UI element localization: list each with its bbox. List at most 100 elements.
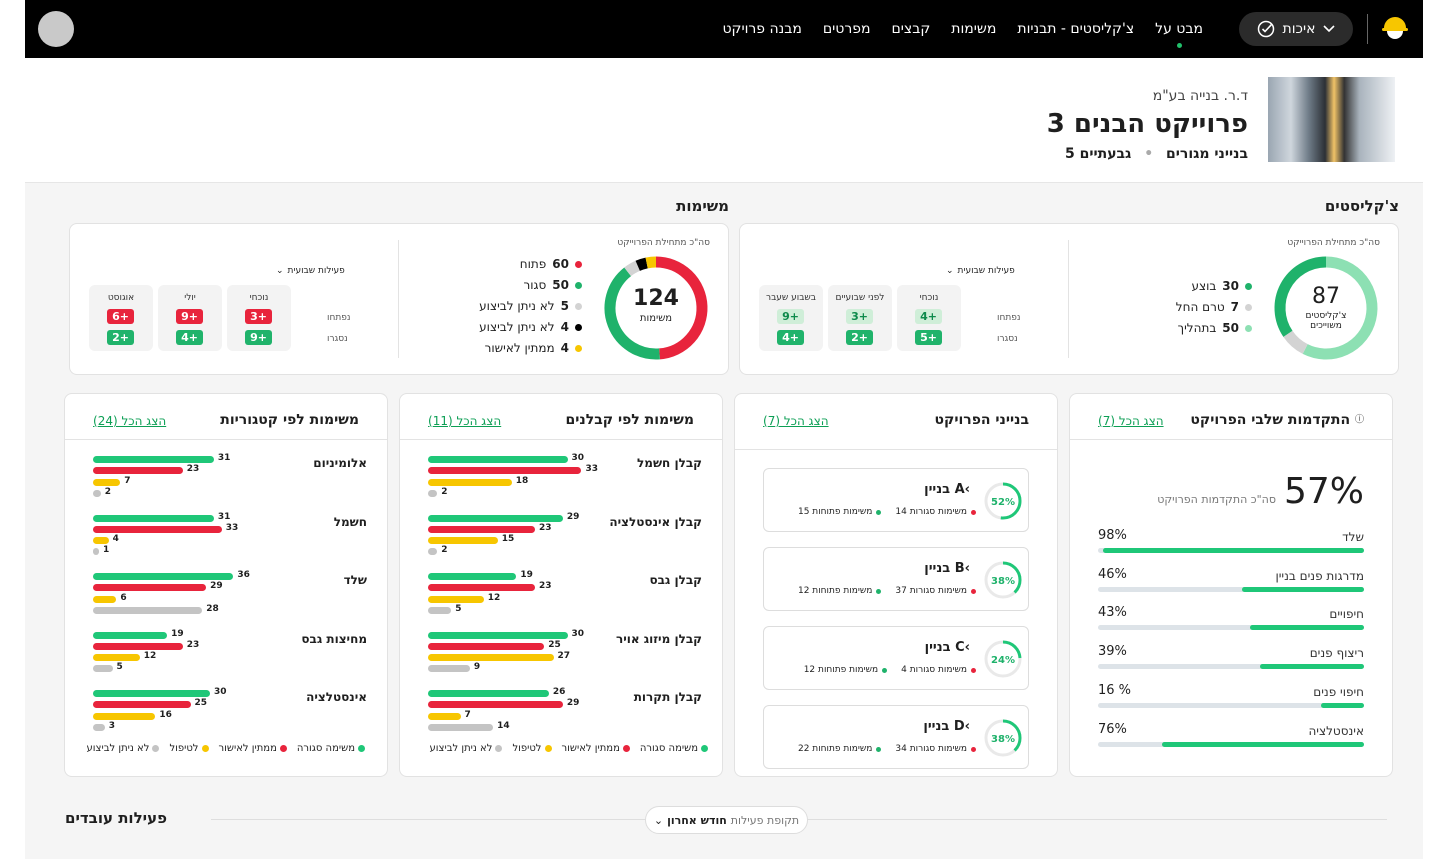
- bar: [428, 537, 498, 545]
- bar-value: 18: [515, 475, 529, 486]
- bar: [428, 548, 438, 556]
- legend-dot: [152, 745, 160, 752]
- card-divider: [65, 439, 387, 440]
- legend-row: 60 פתוח: [520, 257, 582, 271]
- legend-label: טרם החל: [1175, 300, 1225, 314]
- bar-value: 26: [552, 687, 566, 697]
- legend-item: משימה סגורה: [640, 743, 708, 754]
- legend-dot: [495, 745, 503, 752]
- bar-value: 5: [455, 603, 462, 614]
- bar-group-label: קבלן אינסטלציה: [609, 514, 702, 529]
- open-tasks-text: 22 משימות פתוחות: [797, 744, 873, 754]
- user-avatar[interactable]: [38, 11, 74, 47]
- bar-value: 3: [108, 720, 115, 731]
- buildings-show-all-link[interactable]: הצג הכל (7): [763, 414, 829, 428]
- closed-row-label: נסגרו: [327, 334, 348, 344]
- building-card[interactable]: בניין D‹ 34 משימות סגורות 22 משימות פתוחות…: [763, 705, 1029, 769]
- nav-item-tasks[interactable]: משימות: [951, 21, 996, 37]
- bar-value: 2: [104, 486, 112, 497]
- open-tasks: 12 משימות פתוחות: [797, 586, 882, 596]
- bar-value: 12: [487, 592, 501, 603]
- stage-row: חיפוי פנים 16 %: [1098, 683, 1364, 715]
- bar: [93, 489, 101, 497]
- legend-item: ממתין לאישור: [562, 743, 630, 754]
- open-tasks-text: 12 משימות פתוחות: [797, 586, 873, 596]
- legend-label: ממתין לאישור: [218, 743, 277, 754]
- company-name: ד.ר. בנייה בע"מ: [1152, 88, 1248, 104]
- project-progress-card: התקדמות שלבי הפרויקט ⓘ הצג הכל (7) 57% ס…: [1069, 393, 1393, 777]
- building-name: בניין C‹: [925, 640, 976, 655]
- bar-value: 33: [225, 522, 239, 533]
- bar: [93, 467, 183, 475]
- legend-label: פתוח: [519, 257, 547, 271]
- checklists-total: 87: [1312, 284, 1340, 309]
- contractors-legend: משימה סגורה ממתין לאישור לטיפול לא ניתן לבי…: [430, 743, 708, 754]
- module-selector[interactable]: איכות: [1239, 12, 1353, 46]
- contractors-show-all-link[interactable]: הצג הכל (11): [428, 414, 501, 428]
- stage-row: חיפויים 43%: [1098, 605, 1364, 637]
- info-icon[interactable]: ⓘ: [1355, 415, 1364, 425]
- bar: [428, 489, 438, 497]
- legend-item: לטיפול: [169, 743, 209, 754]
- nav-item-specs[interactable]: מפרטים: [823, 21, 871, 37]
- week-label: לפני שבועיים: [835, 293, 885, 303]
- check-circle-icon: [1257, 20, 1274, 38]
- building-stats: 37 משימות סגורות 12 משימות פתוחות: [798, 586, 976, 596]
- stage-percent: 46%: [1098, 566, 1127, 582]
- categories-show-all-link[interactable]: הצג הכל (24): [93, 414, 166, 428]
- bar-value: 28: [206, 603, 219, 614]
- bar: [428, 701, 563, 709]
- legend-value: 5: [560, 299, 569, 313]
- activity-period-select[interactable]: תקופת פעילות חודש אחרון ⌄: [645, 806, 808, 834]
- progress-show-all-link[interactable]: הצג הכל (7): [1098, 414, 1164, 428]
- legend-dot: [1245, 303, 1252, 311]
- week-label: נוכחי: [249, 293, 269, 303]
- stage-fill: [1321, 702, 1364, 708]
- nav-item-overview[interactable]: מבט על: [1155, 21, 1203, 48]
- open-dot: [876, 588, 882, 594]
- building-stats: 14 משימות סגורות 15 משימות פתוחות: [798, 507, 976, 517]
- week-label: יולי: [184, 293, 196, 303]
- week-label: בשבוע שעבר: [765, 293, 817, 303]
- opened-count-badge: 6+: [107, 309, 134, 324]
- bar-group-label: קבלן גבס: [649, 573, 702, 587]
- chevron-left-icon: ‹: [964, 561, 970, 576]
- helmet-logo-icon[interactable]: [1380, 14, 1410, 44]
- bar-value: 1: [103, 545, 110, 556]
- bar-value: 30: [571, 628, 585, 639]
- chevron-down-icon: [1323, 25, 1336, 33]
- building-card[interactable]: בניין A‹ 14 משימות סגורות 15 משימות פתוחות…: [763, 468, 1029, 532]
- nav-item-project-structure[interactable]: מבנה פרויקט: [722, 21, 801, 37]
- stage-name: שלד: [1342, 530, 1364, 544]
- donut-segment: [1283, 330, 1308, 354]
- legend-label: לטיפול: [169, 743, 199, 754]
- legend-row: 50 בתהליך: [1178, 321, 1252, 335]
- week-column: יולי 9+ 4+: [158, 285, 222, 351]
- nav-item-checklist-templates[interactable]: צ'קליסטים - תבניות: [1017, 21, 1134, 37]
- legend-dot: [575, 302, 582, 310]
- project-city: גבעתיים: [1079, 146, 1132, 162]
- building-card[interactable]: בניין B‹ 37 משימות סגורות 12 משימות פתוחות…: [763, 547, 1029, 611]
- legend-dot: [1245, 282, 1252, 290]
- building-name: בניין A‹: [924, 482, 976, 497]
- chevron-down-icon: ⌄: [653, 813, 664, 827]
- tasks-by-category-card: משימות לפי קטגוריות הצג הכל (24) אלומיני…: [64, 393, 388, 777]
- building-percent: 52%: [991, 497, 1015, 508]
- stage-row: ריצוף פנים 39%: [1098, 644, 1364, 676]
- open-dot: [876, 746, 882, 752]
- legend-dot: [358, 745, 365, 752]
- bar-value: 4: [112, 534, 119, 545]
- stage-percent: 16 %: [1098, 682, 1132, 698]
- tasks-weekly-dropdown[interactable]: פעילות שבועית ⌄: [276, 266, 345, 276]
- building-card[interactable]: בניין C‹ 4 משימות סגורות 12 משימות פתוחות 2…: [763, 626, 1029, 690]
- stage-fill: [1249, 625, 1364, 631]
- bar: [428, 723, 494, 731]
- nav-item-files[interactable]: קבצים: [892, 21, 931, 37]
- legend-dot: [575, 323, 582, 331]
- closed-count-badge: 4+: [777, 330, 804, 345]
- bar-value: 29: [210, 581, 223, 592]
- legend-row: 50 סגור: [524, 278, 582, 292]
- checklists-weekly-dropdown[interactable]: פעילות שבועית ⌄: [946, 266, 1015, 276]
- bar-group-label: אלומיניום: [313, 456, 367, 470]
- legend-value: 50: [1222, 321, 1239, 335]
